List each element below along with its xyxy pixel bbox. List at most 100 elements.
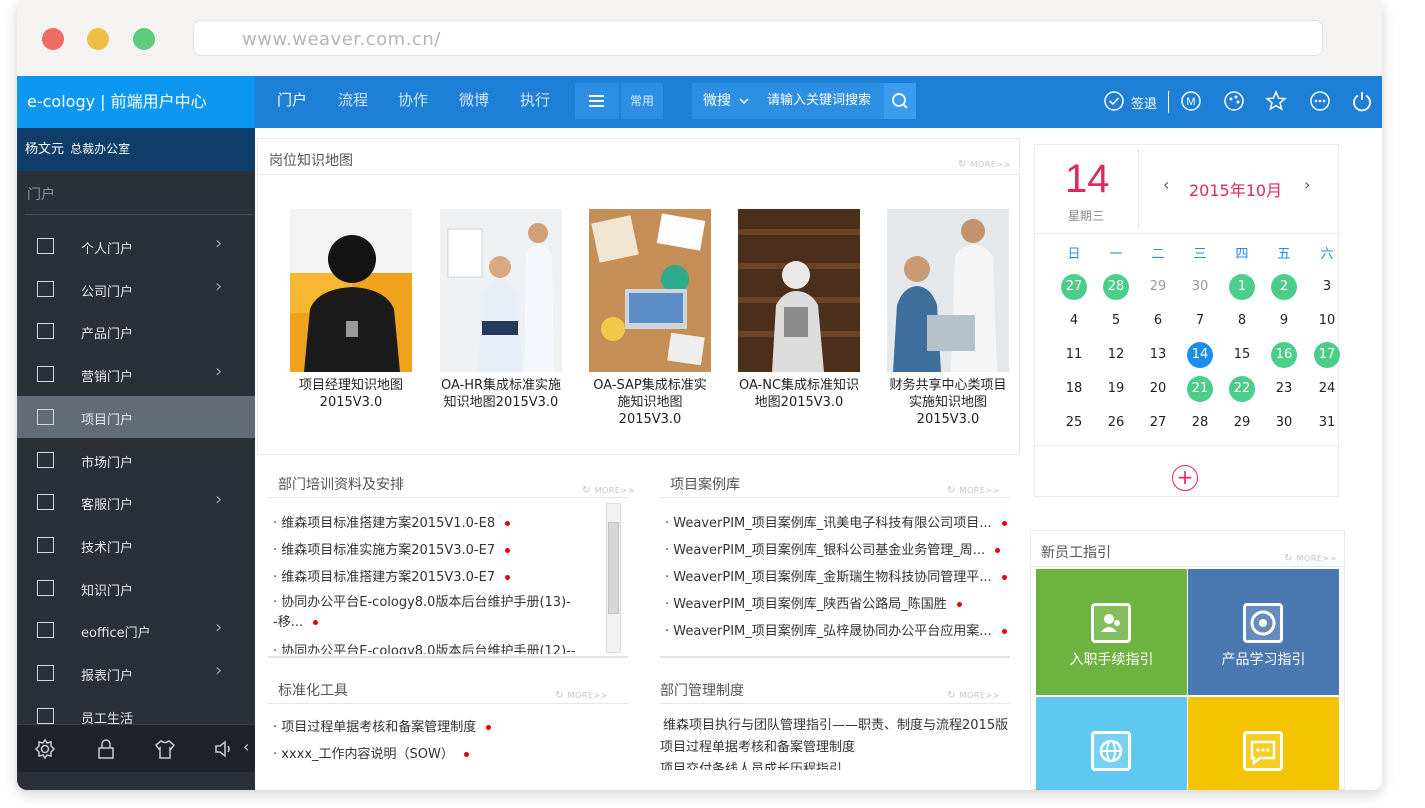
list-item[interactable]: · WeaverPIM_项目案例库_银科公司基金业务管理_周... — [665, 539, 1001, 558]
list-item[interactable]: 项目过程单据考核和备案管理制度 — [660, 736, 855, 755]
calendar-day[interactable]: 10 — [1314, 308, 1340, 334]
nav-item-portal[interactable]: 门户 — [277, 76, 307, 128]
search-scope-select[interactable]: 微搜 — [692, 83, 758, 119]
calendar-day[interactable]: 29 — [1229, 410, 1255, 436]
calendar-day[interactable]: 7 — [1187, 308, 1213, 334]
lock-icon[interactable] — [95, 738, 117, 760]
calendar-day[interactable]: 12 — [1103, 342, 1129, 368]
check-circle-icon[interactable] — [1103, 90, 1125, 112]
scrollbar[interactable] — [606, 503, 621, 653]
sidebar-item-company[interactable]: 公司门户 › — [17, 268, 255, 310]
brand-title[interactable]: e-cology | 前端用户中心 — [17, 76, 255, 128]
calendar-day[interactable]: 25 — [1061, 410, 1087, 436]
prev-month-button[interactable]: ‹ — [1163, 175, 1169, 194]
calendar-day[interactable]: 28 — [1103, 274, 1129, 300]
calendar-day[interactable]: 14 — [1187, 342, 1213, 368]
more-link[interactable]: MORE>> — [947, 690, 1000, 701]
nav-item-weibo[interactable]: 微博 — [459, 76, 489, 128]
calendar-day[interactable]: 27 — [1061, 274, 1087, 300]
calendar-day[interactable]: 15 — [1229, 342, 1255, 368]
knowledge-card[interactable]: OA-NC集成标准知识地图2015V3.0 — [738, 209, 860, 411]
more-icon[interactable] — [1309, 90, 1331, 112]
add-event-button[interactable]: + — [1172, 465, 1198, 491]
collapse-sidebar-button[interactable]: ‹ — [243, 737, 249, 756]
list-item[interactable]: · 协同办公平台E-cology8.0版本后台维护手册(12)-- — [273, 640, 576, 654]
calendar-day[interactable]: 31 — [1314, 410, 1340, 436]
calendar-day[interactable]: 29 — [1145, 274, 1171, 300]
more-link[interactable]: MORE>> — [947, 485, 1000, 496]
common-button[interactable]: 常用 — [621, 83, 663, 119]
calendar-day[interactable]: 11 — [1061, 342, 1087, 368]
sidebar-item-project[interactable]: 项目门户 — [17, 395, 255, 438]
close-window-button[interactable] — [42, 28, 64, 50]
calendar-day[interactable]: 13 — [1145, 342, 1171, 368]
sidebar-item-personal[interactable]: 个人门户 › — [17, 225, 255, 267]
calendar-day[interactable]: 1 — [1229, 274, 1255, 300]
power-icon[interactable] — [1351, 90, 1373, 112]
list-item[interactable]: · WeaverPIM_项目案例库_弘梓晟协同办公平台应用案... — [665, 620, 1007, 639]
guide-tile-web[interactable] — [1036, 697, 1187, 790]
scrollbar-thumb[interactable] — [608, 522, 619, 614]
calendar-day[interactable]: 24 — [1314, 376, 1340, 402]
calendar-day[interactable]: 8 — [1229, 308, 1255, 334]
search-input[interactable]: 请输入关键词搜索 — [758, 83, 884, 119]
more-link[interactable]: MORE>> — [958, 159, 1011, 170]
calendar-day[interactable]: 9 — [1271, 308, 1297, 334]
speaker-icon[interactable] — [213, 738, 235, 760]
nav-item-collab[interactable]: 协作 — [398, 76, 428, 128]
calendar-day[interactable]: 30 — [1187, 274, 1213, 300]
sidebar-item-tech[interactable]: 技术门户 — [17, 524, 255, 566]
guide-tile-onboarding[interactable]: 入职手续指引 — [1036, 569, 1187, 695]
star-icon[interactable] — [1265, 90, 1287, 112]
list-item[interactable]: · 协同办公平台E-cology8.0版本后台维护手册(13)--移... — [273, 593, 573, 633]
maximize-window-button[interactable] — [133, 28, 155, 50]
guide-tile-chat[interactable] — [1188, 697, 1339, 790]
sidebar-item-market[interactable]: 市场门户 — [17, 439, 255, 481]
calendar-day[interactable]: 6 — [1145, 308, 1171, 334]
calendar-day[interactable]: 26 — [1103, 410, 1129, 436]
search-button[interactable] — [884, 83, 916, 119]
calendar-day[interactable]: 20 — [1145, 376, 1171, 402]
calendar-day[interactable]: 23 — [1271, 376, 1297, 402]
list-item[interactable]: · 项目过程单据考核和备案管理制度 — [273, 716, 492, 735]
list-item[interactable]: · 维森项目标准搭建方案2015V3.0-E7 — [273, 566, 511, 585]
list-item[interactable]: · 维森项目标准搭建方案2015V1.0-E8 — [273, 512, 511, 531]
calendar-day[interactable]: 27 — [1145, 410, 1171, 436]
sign-out-label[interactable]: 签退 — [1131, 93, 1157, 112]
settings-icon[interactable] — [34, 738, 56, 760]
calendar-day[interactable]: 30 — [1271, 410, 1297, 436]
minimize-window-button[interactable] — [87, 28, 109, 50]
calendar-day[interactable]: 16 — [1271, 342, 1297, 368]
shirt-icon[interactable] — [154, 738, 176, 760]
nav-item-workflow[interactable]: 流程 — [338, 76, 368, 128]
calendar-day[interactable]: 3 — [1314, 274, 1340, 300]
calendar-day[interactable]: 18 — [1061, 376, 1087, 402]
calendar-day[interactable]: 28 — [1187, 410, 1213, 436]
list-item[interactable]: · xxxx_工作内容说明（SOW） — [273, 743, 469, 762]
knowledge-card[interactable]: 财务共享中心类项目实施知识地图2015V3.0 — [887, 209, 1009, 428]
list-item[interactable]: 维森项目执行与团队管理指引——职责、制度与流程2015版 — [663, 714, 1008, 733]
sidebar-item-service[interactable]: 客服门户 › — [17, 481, 255, 523]
list-item[interactable]: · WeaverPIM_项目案例库_讯美电子科技有限公司项目... — [665, 512, 1007, 531]
theme-icon[interactable] — [1223, 90, 1245, 112]
menu-icon[interactable] — [575, 83, 619, 119]
list-item[interactable]: · WeaverPIM_项目案例库_陕西省公路局_陈国胜 — [665, 593, 962, 612]
user-info[interactable]: 杨文元 总裁办公室 — [17, 128, 255, 171]
list-item[interactable]: · WeaverPIM_项目案例库_金斯瑞生物科技协同管理平... — [665, 566, 1007, 585]
sidebar-item-knowledge[interactable]: 知识门户 — [17, 567, 255, 609]
calendar-day[interactable]: 4 — [1061, 308, 1087, 334]
calendar-day[interactable]: 19 — [1103, 376, 1129, 402]
more-link[interactable]: MORE>> — [1284, 553, 1337, 564]
guide-tile-product[interactable]: 产品学习指引 — [1188, 569, 1339, 695]
next-month-button[interactable]: › — [1304, 175, 1310, 194]
knowledge-card[interactable]: 项目经理知识地图2015V3.0 — [290, 209, 412, 411]
knowledge-card[interactable]: OA-HR集成标准实施知识地图2015V3.0 — [440, 209, 562, 411]
calendar-day[interactable]: 21 — [1187, 376, 1213, 402]
address-bar[interactable]: www.weaver.com.cn/ — [193, 20, 1323, 56]
sidebar-item-product[interactable]: 产品门户 — [17, 310, 255, 352]
sidebar-item-marketing[interactable]: 营销门户 › — [17, 353, 255, 395]
knowledge-card[interactable]: OA-SAP集成标准实施知识地图2015V3.0 — [589, 209, 711, 428]
calendar-day[interactable]: 2 — [1271, 274, 1297, 300]
nav-item-execute[interactable]: 执行 — [520, 76, 550, 128]
calendar-day[interactable]: 17 — [1314, 342, 1340, 368]
